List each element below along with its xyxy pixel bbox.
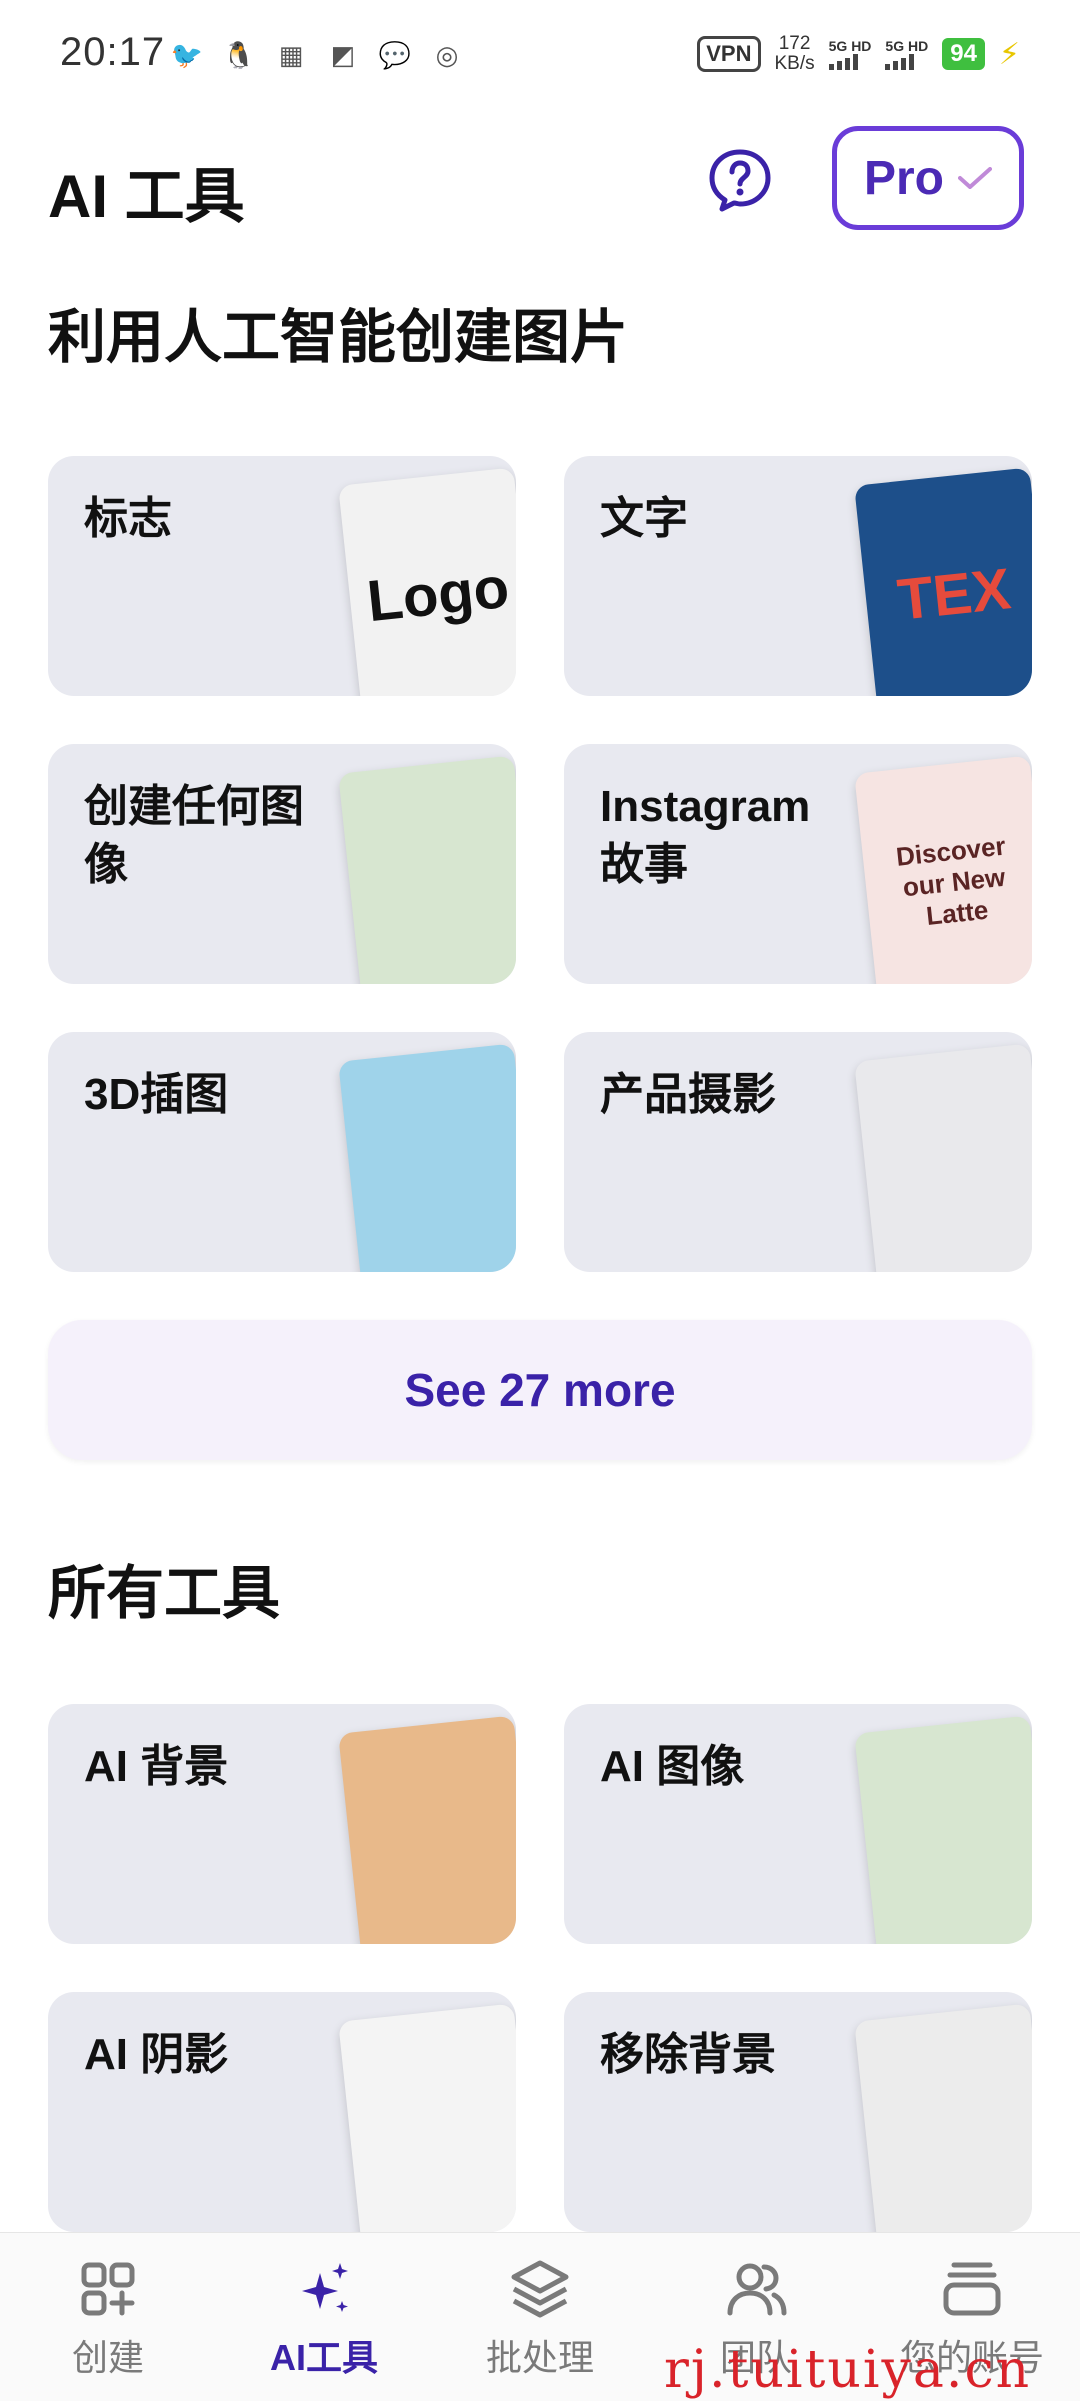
thumbnail-text bbox=[854, 1715, 1032, 1944]
thumbnail-text: Discover our New Latte bbox=[894, 830, 1007, 931]
checkmark-icon bbox=[958, 167, 992, 189]
signal-bars-icon bbox=[885, 54, 928, 70]
thumbnail-text bbox=[338, 2003, 516, 2232]
network-speed: 172 KB/s bbox=[774, 33, 815, 74]
tool-card-label: AI 图像 bbox=[600, 1742, 745, 1791]
watermark: rj.tuituiya.cn bbox=[664, 2340, 1032, 2400]
status-bar: 20:17 🐦 🐧 ▦ ◩ 💬 ◎ VPN 172 KB/s 5G HD 5G … bbox=[0, 0, 1080, 112]
tool-card-label: Instagram 故事 bbox=[600, 782, 811, 889]
bird-icon: 🐦 bbox=[170, 39, 204, 70]
tool-card[interactable]: 创建任何图像 bbox=[48, 744, 516, 984]
signal-2: 5G HD bbox=[885, 38, 928, 70]
tool-card[interactable]: AI 阴影 bbox=[48, 1992, 516, 2232]
tool-card[interactable]: 文字 TEX bbox=[564, 456, 1032, 696]
nav-label-ai-tools: AI工具 bbox=[269, 2337, 378, 2378]
nav-ai-tools[interactable]: AI工具 bbox=[224, 2257, 424, 2381]
pro-label: Pro bbox=[863, 151, 944, 205]
section-title-create: 利用人工智能创建图片 bbox=[48, 305, 629, 370]
tool-card[interactable]: 3D插图 bbox=[48, 1032, 516, 1272]
tool-card-label: 移除背景 bbox=[600, 2030, 776, 2079]
tool-card[interactable]: 产品摄影 bbox=[564, 1032, 1032, 1272]
people-icon bbox=[727, 2263, 787, 2316]
thumbnail-text bbox=[338, 755, 516, 984]
tool-card-label: AI 背景 bbox=[84, 1742, 229, 1791]
tool-card-thumbnail bbox=[854, 1715, 1032, 1944]
notification-icons: 🐦 🐧 ▦ ◩ 💬 ◎ bbox=[170, 38, 464, 72]
check-icon: ◎ bbox=[435, 39, 459, 70]
tool-card-thumbnail bbox=[338, 755, 516, 984]
nav-label-create: 创建 bbox=[71, 2337, 144, 2378]
sparkle-icon bbox=[302, 2263, 348, 2312]
penguin-icon: 🐧 bbox=[222, 39, 256, 70]
see-more-button[interactable]: See 27 more bbox=[48, 1320, 1032, 1460]
tool-card-thumbnail bbox=[854, 2003, 1032, 2232]
tool-card[interactable]: AI 图像 bbox=[564, 1704, 1032, 1944]
battery-icon: 94 bbox=[942, 38, 985, 70]
tool-card-label: 产品摄影 bbox=[600, 1070, 776, 1119]
tool-card-thumbnail bbox=[338, 1715, 516, 1944]
tool-card[interactable]: Instagram 故事 Discover our New Latte bbox=[564, 744, 1032, 984]
thumbnail-text bbox=[338, 1043, 516, 1272]
thumbnail-text: TEX bbox=[894, 555, 1014, 633]
thumbnail-text bbox=[338, 1715, 516, 1944]
tool-card[interactable]: AI 背景 bbox=[48, 1704, 516, 1944]
tool-card[interactable]: 标志 Logo bbox=[48, 456, 516, 696]
tool-card-thumbnail bbox=[338, 1043, 516, 1272]
signal-bars-icon bbox=[828, 54, 872, 70]
tool-card-thumbnail bbox=[854, 1043, 1032, 1272]
thumbnail-text bbox=[854, 2003, 1032, 2232]
tool-card-label: 标志 bbox=[84, 494, 172, 543]
tool-card-label: 创建任何图像 bbox=[84, 782, 304, 889]
nav-batch[interactable]: 批处理 bbox=[440, 2257, 640, 2381]
help-icon[interactable] bbox=[708, 148, 772, 212]
nav-label-batch: 批处理 bbox=[485, 2337, 594, 2378]
status-time: 20:17 bbox=[60, 30, 166, 74]
section-title-tools: 所有工具 bbox=[48, 1561, 281, 1626]
tool-card[interactable]: 移除背景 bbox=[564, 1992, 1032, 2232]
thumbnail-text bbox=[854, 1043, 1032, 1272]
layers-icon bbox=[511, 2260, 569, 2318]
app-icon: ▦ bbox=[278, 39, 304, 70]
tool-card-label: 文字 bbox=[600, 494, 688, 543]
account-stack-icon bbox=[943, 2262, 1001, 2316]
tool-card-thumbnail: TEX bbox=[854, 467, 1032, 696]
pro-button[interactable]: Pro bbox=[832, 126, 1024, 230]
page-title: AI 工具 bbox=[48, 163, 245, 230]
wechat-icon: 💬 bbox=[378, 39, 412, 70]
signal-1: 5G HD bbox=[828, 38, 872, 70]
tool-card-label: AI 阴影 bbox=[84, 2030, 229, 2079]
grid-plus-icon bbox=[81, 2262, 135, 2316]
nav-create[interactable]: 创建 bbox=[8, 2257, 208, 2381]
thumbnail-text: Logo bbox=[364, 554, 512, 634]
tool-card-thumbnail bbox=[338, 2003, 516, 2232]
tool-card-thumbnail: Discover our New Latte bbox=[854, 755, 1032, 984]
tool-card-thumbnail: Logo bbox=[338, 467, 516, 696]
vpn-badge: VPN bbox=[697, 36, 761, 72]
status-right: VPN 172 KB/s 5G HD 5G HD 94 ⚡ bbox=[697, 34, 1020, 74]
charging-icon: ⚡ bbox=[998, 37, 1020, 71]
c-icon: ◩ bbox=[330, 39, 356, 70]
tool-card-label: 3D插图 bbox=[84, 1070, 229, 1119]
